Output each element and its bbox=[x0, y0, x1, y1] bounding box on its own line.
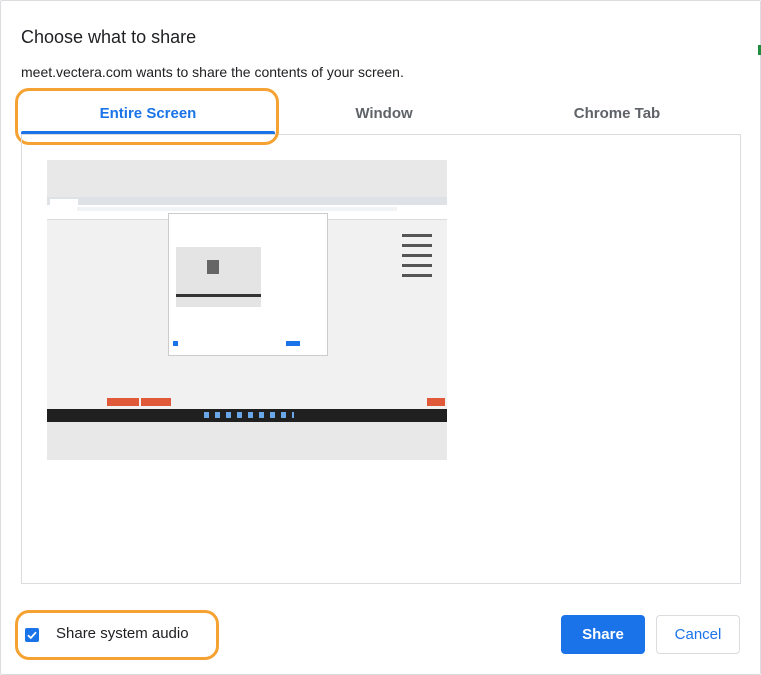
source-list bbox=[21, 134, 741, 584]
share-dialog: Choose what to share meet.vectera.com wa… bbox=[0, 0, 761, 675]
tab-window[interactable]: Window bbox=[275, 96, 493, 132]
check-icon bbox=[27, 631, 37, 640]
cancel-button[interactable]: Cancel bbox=[656, 615, 740, 654]
share-audio-checkbox[interactable] bbox=[25, 628, 39, 642]
share-audio-label[interactable]: Share system audio bbox=[56, 625, 189, 642]
screen-preview bbox=[47, 197, 447, 422]
screen-thumbnail[interactable] bbox=[47, 160, 447, 460]
dialog-title: Choose what to share bbox=[21, 27, 197, 47]
dialog-subtitle: meet.vectera.com wants to share the cont… bbox=[21, 64, 404, 80]
share-button[interactable]: Share bbox=[561, 615, 645, 654]
tab-chrome-tab[interactable]: Chrome Tab bbox=[493, 96, 741, 132]
